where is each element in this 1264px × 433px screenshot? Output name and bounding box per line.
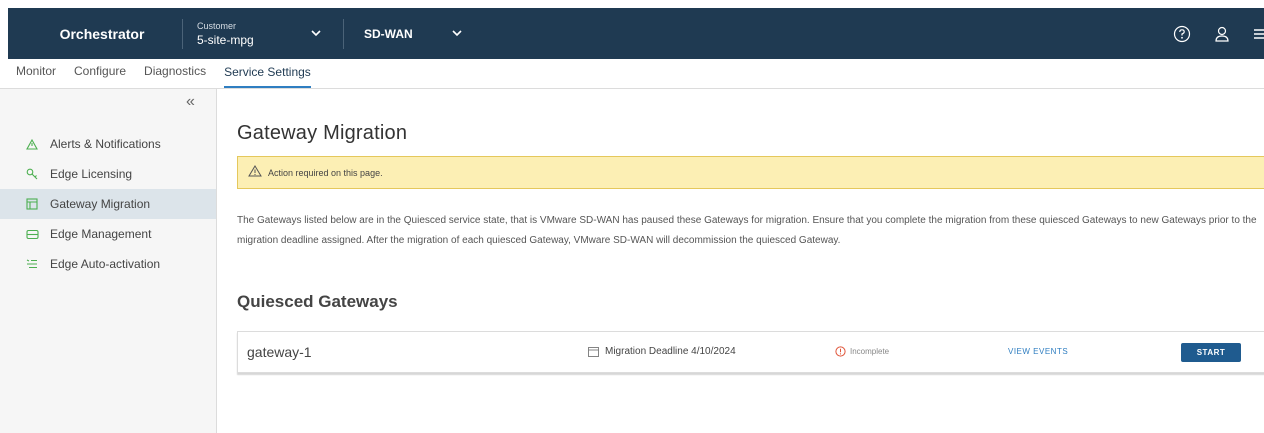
product-selector[interactable]: SD-WAN <box>344 8 484 59</box>
gateway-name: gateway-1 <box>247 344 312 360</box>
edge-icon <box>24 227 40 241</box>
main-nav-tabs: Monitor Configure Diagnostics Service Se… <box>0 59 1264 89</box>
migration-deadline: Migration Deadline 4/10/2024 <box>588 346 736 357</box>
menu-icon[interactable] <box>1242 8 1264 59</box>
alert-banner: Action required on this page. <box>237 156 1264 189</box>
sidebar-item-edge-management[interactable]: Edge Management <box>0 219 216 249</box>
alert-icon <box>24 137 40 151</box>
migration-icon <box>24 197 40 211</box>
sidebar-item-edge-licensing[interactable]: Edge Licensing <box>0 159 216 189</box>
sidebar-item-label: Alerts & Notifications <box>50 137 161 151</box>
sidebar-item-alerts-notifications[interactable]: Alerts & Notifications <box>0 129 216 159</box>
customer-selector[interactable]: Customer 5-site-mpg <box>183 8 343 59</box>
sidebar-item-edge-auto-activation[interactable]: Edge Auto-activation <box>0 249 216 279</box>
top-header: Orchestrator Customer 5-site-mpg SD-WAN <box>0 0 1264 59</box>
tab-service-settings[interactable]: Service Settings <box>224 58 311 88</box>
deadline-text: Migration Deadline 4/10/2024 <box>605 346 736 357</box>
key-icon <box>24 167 40 181</box>
sidebar-item-gateway-migration[interactable]: Gateway Migration <box>0 189 216 219</box>
sidebar-item-label: Gateway Migration <box>50 197 151 211</box>
customer-text: Customer 5-site-mpg <box>197 21 254 47</box>
tab-diagnostics[interactable]: Diagnostics <box>144 58 206 88</box>
help-icon[interactable] <box>1162 8 1202 59</box>
sidebar: « Alerts & Notifications Edge Licensing … <box>0 89 217 433</box>
chevron-down-icon <box>452 28 462 40</box>
collapse-sidebar-icon[interactable]: « <box>186 93 195 111</box>
customer-label: Customer <box>197 20 237 31</box>
tab-configure[interactable]: Configure <box>74 58 126 88</box>
main-content: Gateway Migration Action required on thi… <box>217 89 1264 433</box>
product-label: SD-WAN <box>364 26 413 41</box>
gateway-card: gateway-1 Migration Deadline 4/10/2024 I… <box>237 331 1264 373</box>
section-title: Quiesced Gateways <box>237 292 398 311</box>
warning-icon <box>248 164 262 182</box>
view-events-link[interactable]: VIEW EVENTS <box>1008 347 1068 356</box>
brand-title: Orchestrator <box>59 25 145 42</box>
customer-value: 5-site-mpg <box>197 32 254 47</box>
start-button[interactable]: START <box>1181 343 1241 362</box>
header-bar: Orchestrator Customer 5-site-mpg SD-WAN <box>8 8 1264 59</box>
status-text: Incomplete <box>850 347 890 356</box>
calendar-icon <box>588 346 599 357</box>
tab-monitor[interactable]: Monitor <box>16 58 56 88</box>
chevron-down-icon <box>311 28 321 40</box>
sidebar-item-label: Edge Auto-activation <box>50 257 161 271</box>
user-icon[interactable] <box>1202 8 1242 59</box>
sidebar-list: Alerts & Notifications Edge Licensing Ga… <box>0 129 216 279</box>
status-badge: Incomplete <box>835 346 889 357</box>
sidebar-item-label: Edge Management <box>50 227 152 241</box>
description-text: The Gateways listed below are in the Qui… <box>237 215 1257 246</box>
sidebar-item-label: Edge Licensing <box>50 167 133 181</box>
info-icon <box>835 346 846 357</box>
auto-activation-icon <box>24 257 40 271</box>
alert-text: Action required on this page. <box>268 167 383 178</box>
page-title: Gateway Migration <box>237 122 408 144</box>
